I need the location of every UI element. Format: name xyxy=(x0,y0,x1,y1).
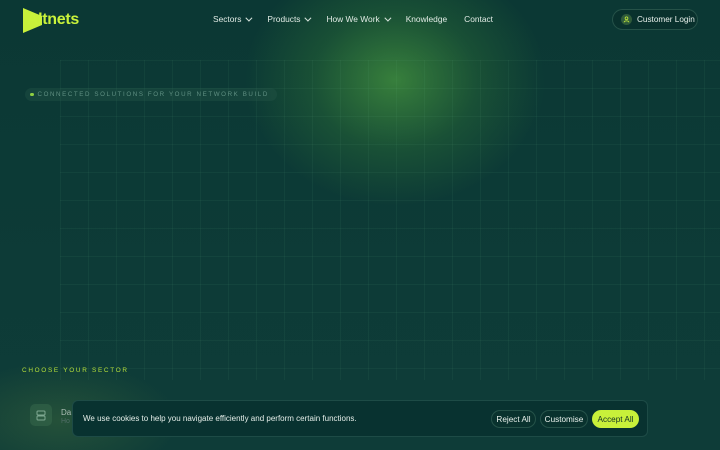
nav-label: Knowledge xyxy=(405,14,448,24)
chevron-down-icon xyxy=(384,14,392,22)
main-nav: Sectors Products How We Work Knowledge C… xyxy=(213,14,510,24)
server-icon xyxy=(30,404,52,426)
sector-name: Da xyxy=(61,408,72,417)
chevron-down-icon xyxy=(245,14,253,22)
accept-all-button[interactable]: Accept All xyxy=(592,410,639,428)
nav-label: Sectors xyxy=(213,14,242,24)
nav-label: Products xyxy=(267,14,301,24)
nav-label: How We Work xyxy=(326,14,380,24)
nav-item-how-we-work[interactable]: How We Work xyxy=(326,14,392,24)
nav-item-knowledge[interactable]: Knowledge xyxy=(406,14,447,24)
reject-all-button[interactable]: Reject All xyxy=(491,410,536,428)
nav-item-products[interactable]: Products xyxy=(267,14,312,24)
user-icon xyxy=(621,14,632,25)
login-label: Customer Login xyxy=(637,15,695,24)
customise-button[interactable]: Customise xyxy=(540,410,588,428)
customer-login-button[interactable]: Customer Login xyxy=(612,9,698,30)
tagline-text: CONNECTED SOLUTIONS FOR YOUR NETWORK BUI… xyxy=(37,91,269,98)
nav-item-contact[interactable]: Contact xyxy=(464,14,493,24)
chevron-down-icon xyxy=(304,14,312,22)
brand-logo[interactable]: Altnets xyxy=(21,6,79,34)
sector-subtitle: Ho xyxy=(61,418,70,425)
cookie-message: We use cookies to help you navigate effi… xyxy=(83,414,357,423)
sector-heading: CHOOSE YOUR SECTOR xyxy=(22,367,129,374)
hero-grid xyxy=(60,60,720,380)
status-dot-icon xyxy=(30,92,34,97)
nav-item-sectors[interactable]: Sectors xyxy=(213,14,253,24)
cookie-banner: We use cookies to help you navigate effi… xyxy=(72,400,648,437)
logo-text: Altnets xyxy=(26,11,79,28)
nav-label: Contact xyxy=(464,14,494,24)
hero-tagline: CONNECTED SOLUTIONS FOR YOUR NETWORK BUI… xyxy=(25,88,277,101)
site-header: Altnets Sectors Products How We Work Kno… xyxy=(0,0,720,40)
